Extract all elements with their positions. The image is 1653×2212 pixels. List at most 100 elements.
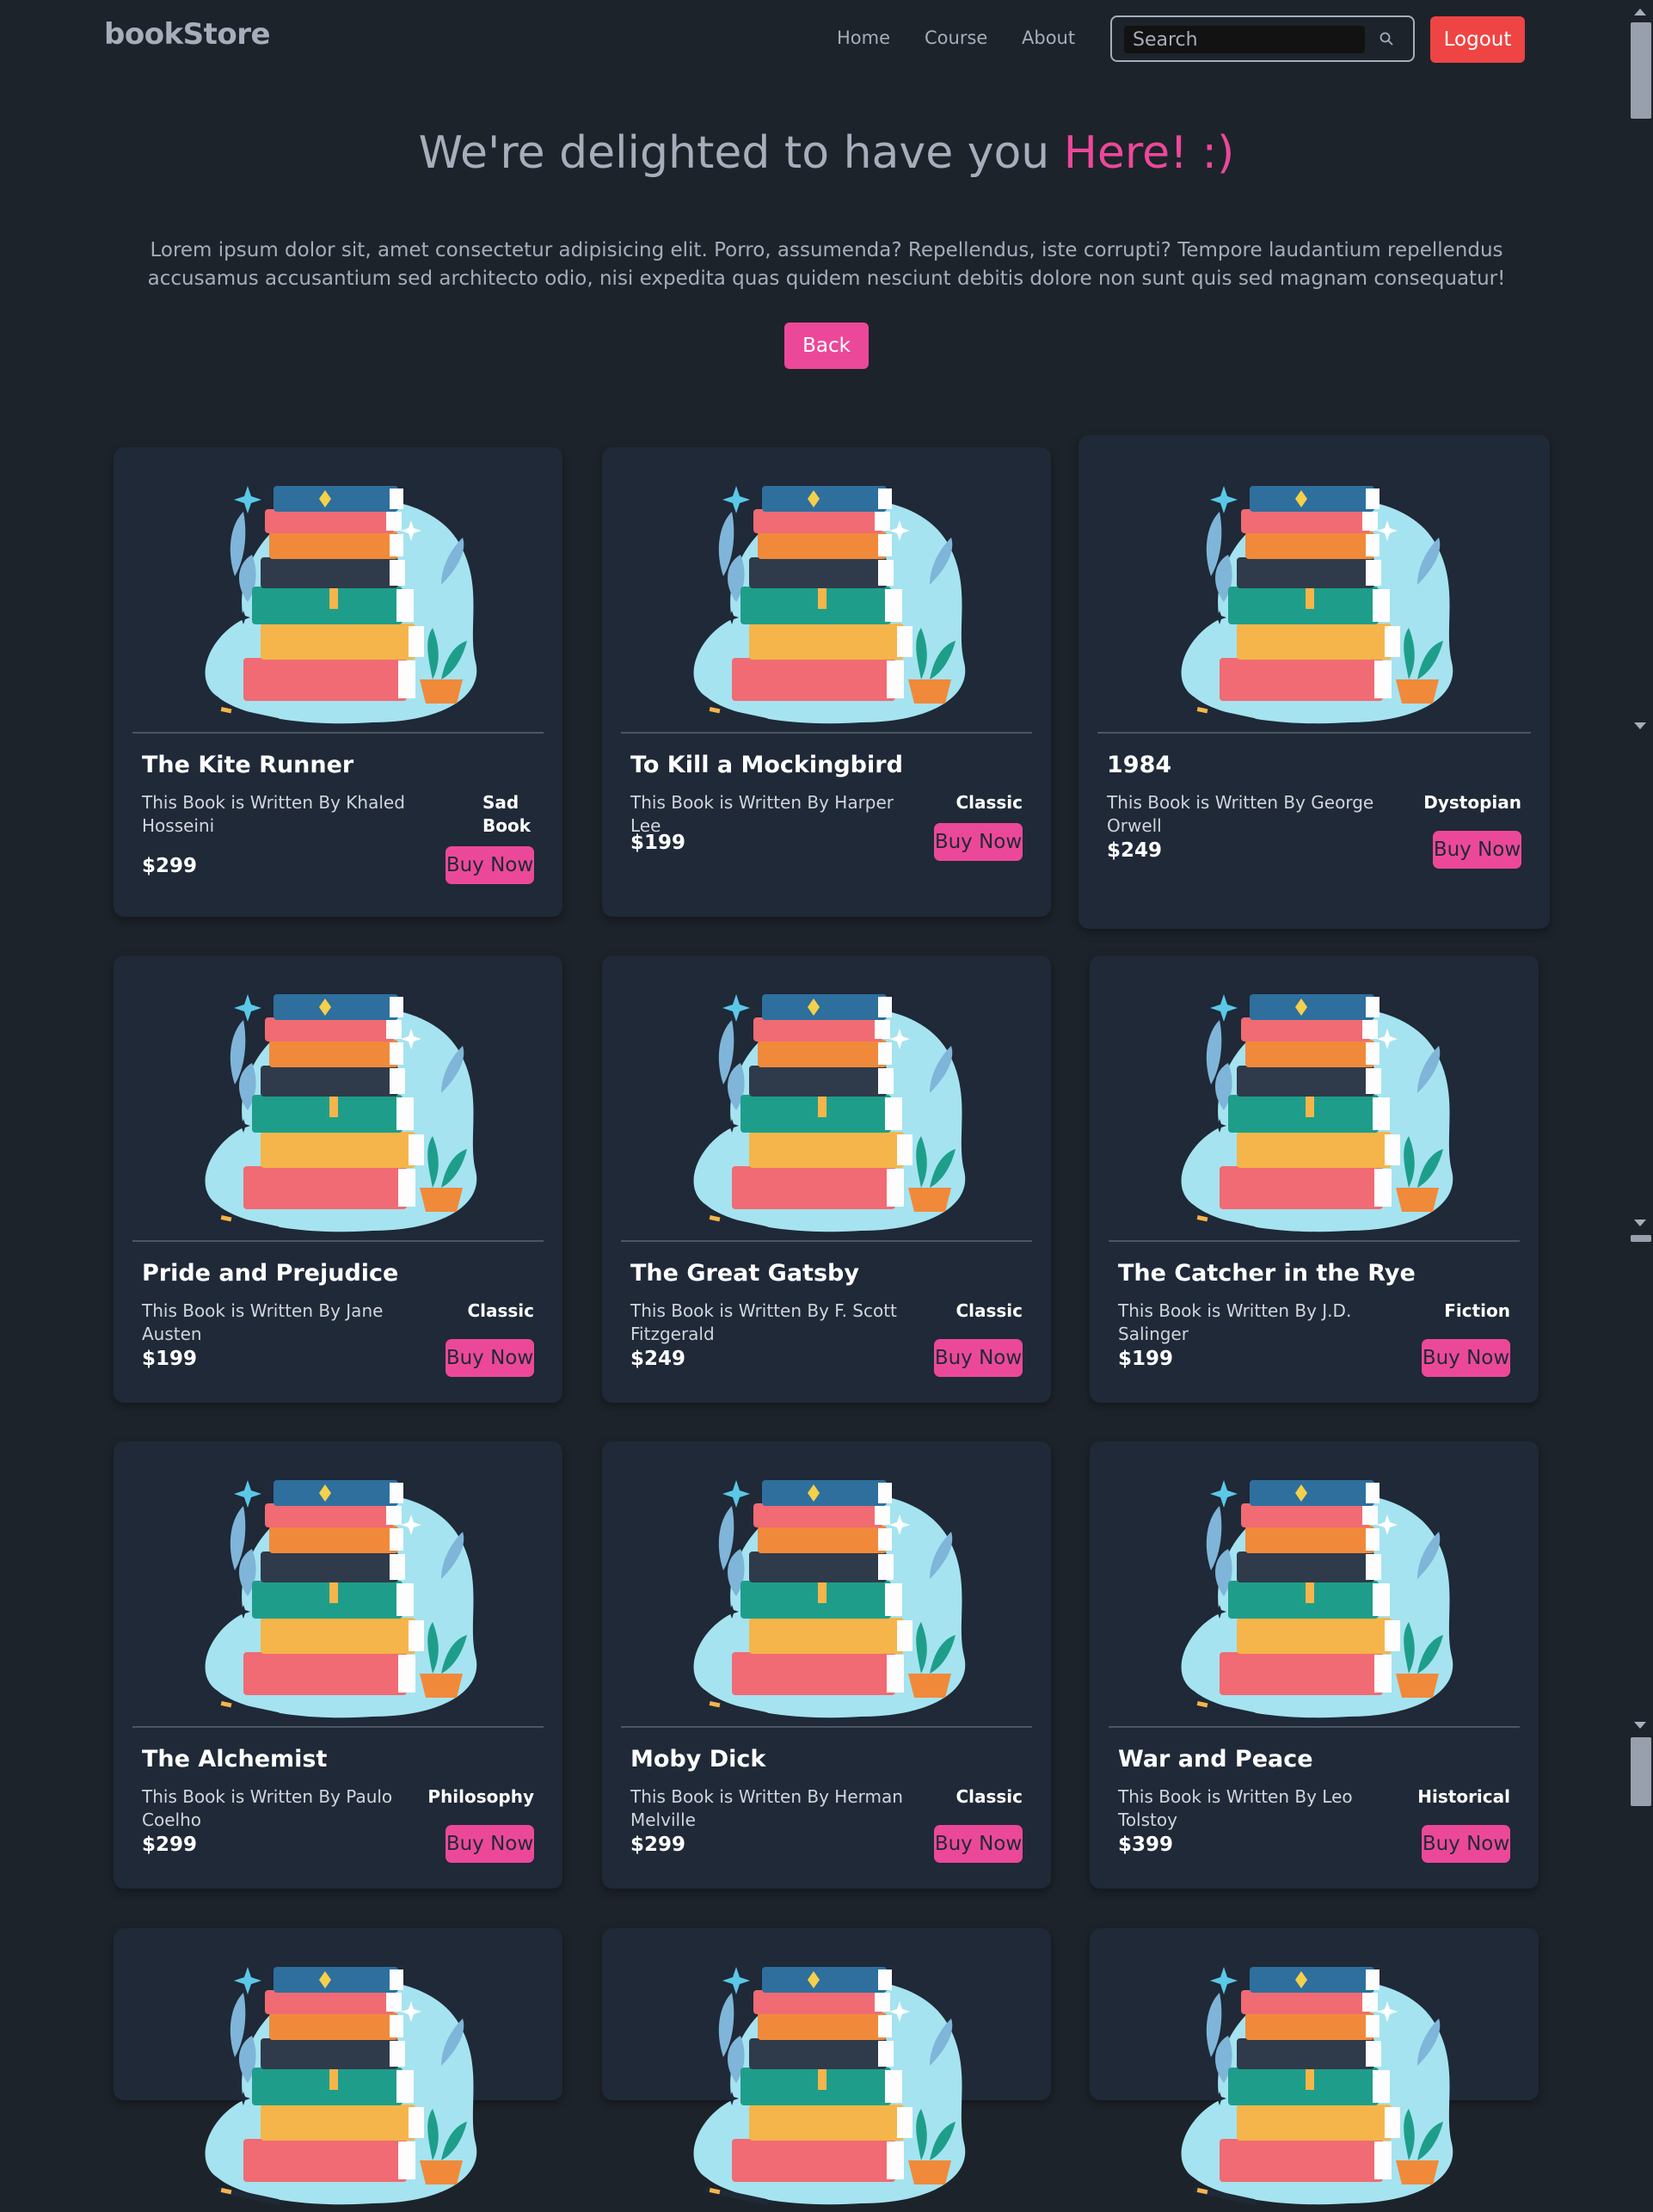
buy-now-button[interactable]: Buy Now — [446, 1339, 534, 1377]
book-card: Moby Dick This Book is Written By Herman… — [602, 1441, 1051, 1889]
search-icon[interactable] — [1379, 31, 1394, 46]
book-author: This Book is Written By Leo Tolstoy — [1118, 1786, 1353, 1830]
book-author: This Book is Written By J.D. Salinger — [1118, 1300, 1352, 1344]
divider — [621, 1240, 1032, 1242]
book-image — [1078, 447, 1550, 731]
divider — [132, 1726, 544, 1728]
hero-title-accent: Here! :) — [1063, 127, 1235, 179]
book-price: $299 — [142, 1834, 198, 1856]
book-image — [1090, 1441, 1539, 1725]
book-image — [602, 447, 1051, 731]
book-stack-image — [205, 994, 477, 1233]
book-title: The Catcher in the Rye — [1118, 1260, 1416, 1287]
book-stack-image — [1181, 1480, 1453, 1719]
divider — [1109, 1726, 1520, 1728]
book-card: The Kite Runner This Book is Written By … — [114, 447, 562, 917]
search-box — [1110, 15, 1415, 62]
book-image — [1090, 955, 1539, 1239]
book-category: Classic — [467, 1300, 534, 1321]
scroll-thumb[interactable] — [1631, 22, 1651, 119]
book-author: This Book is Written By Jane Austen — [142, 1300, 384, 1344]
divider — [621, 732, 1032, 734]
book-price: $399 — [1118, 1834, 1174, 1856]
book-category: Classic — [956, 1786, 1023, 1807]
book-price: $199 — [142, 1348, 198, 1370]
book-card — [114, 1928, 562, 2206]
book-author: This Book is Written By Paulo Coelho — [142, 1786, 393, 1830]
book-stack-image — [205, 1967, 477, 2206]
scroll-thumb[interactable] — [1631, 1235, 1651, 1242]
book-image — [1090, 1928, 1539, 2212]
book-title: The Great Gatsby — [630, 1260, 859, 1287]
scroll-down-arrow[interactable] — [1634, 1722, 1646, 1729]
book-price: $249 — [1107, 839, 1163, 862]
book-card: War and Peace This Book is Written By Le… — [1090, 1441, 1539, 1889]
book-stack-image — [1181, 1967, 1453, 2206]
divider — [132, 732, 544, 734]
scroll-up-arrow[interactable] — [1634, 9, 1646, 15]
scroll-down-arrow[interactable] — [1634, 1220, 1646, 1226]
hero-title: We're delighted to have you Here! :) — [0, 127, 1653, 179]
book-image — [602, 1441, 1051, 1725]
back-button[interactable]: Back — [784, 323, 869, 369]
book-stack-image — [1181, 486, 1453, 725]
book-category: Philosophy — [427, 1786, 534, 1807]
book-stack-image — [205, 486, 477, 725]
book-title: The Alchemist — [142, 1746, 328, 1773]
nav-link-home[interactable]: Home — [837, 28, 890, 48]
divider — [1109, 1240, 1520, 1242]
book-title: Pride and Prejudice — [142, 1260, 399, 1287]
book-card: 1984 This Book is Written By George Orwe… — [1078, 435, 1550, 929]
book-title: The Kite Runner — [142, 752, 354, 778]
book-title: War and Peace — [1118, 1746, 1313, 1773]
book-card — [602, 1928, 1051, 2206]
divider — [621, 1726, 1032, 1728]
book-card: The Great Gatsby This Book is Written By… — [602, 955, 1051, 1403]
logout-button[interactable]: Logout — [1430, 16, 1525, 63]
buy-now-button[interactable]: Buy Now — [446, 846, 534, 884]
buy-now-button[interactable]: Buy Now — [446, 1825, 534, 1863]
scroll-thumb[interactable] — [1631, 1737, 1651, 1806]
book-image — [114, 447, 562, 731]
nav-link-about[interactable]: About — [1022, 28, 1075, 48]
book-card: The Catcher in the Rye This Book is Writ… — [1090, 955, 1539, 1403]
book-author: This Book is Written By Harper Lee — [630, 792, 894, 836]
buy-now-button[interactable]: Buy Now — [1422, 1339, 1510, 1377]
book-card: To Kill a Mockingbird This Book is Writt… — [602, 447, 1051, 917]
logo[interactable]: bookStore — [104, 17, 271, 52]
buy-now-button[interactable]: Buy Now — [934, 1825, 1023, 1863]
book-title: 1984 — [1107, 752, 1172, 778]
book-card: The Alchemist This Book is Written By Pa… — [114, 1441, 562, 1889]
book-stack-image — [693, 1480, 966, 1719]
nav-link-course[interactable]: Course — [925, 28, 987, 48]
book-author: This Book is Written By F. Scott Fitzger… — [630, 1300, 897, 1344]
book-price: $249 — [630, 1348, 686, 1370]
book-image — [114, 1928, 562, 2212]
navbar: bookStore Home Course About Logout — [0, 0, 1631, 79]
buy-now-button[interactable]: Buy Now — [934, 1339, 1023, 1377]
book-stack-image — [1181, 994, 1453, 1233]
book-price: $299 — [142, 855, 198, 877]
book-stack-image — [693, 994, 966, 1233]
book-stack-image — [693, 1967, 966, 2206]
book-category: Classic — [956, 1300, 1023, 1321]
buy-now-button[interactable]: Buy Now — [934, 823, 1023, 861]
book-author: This Book is Written By George Orwell — [1107, 792, 1374, 836]
book-card — [1090, 1928, 1539, 2206]
book-category: Historical — [1417, 1786, 1510, 1807]
divider — [132, 1240, 544, 1242]
search-input[interactable] — [1124, 26, 1365, 53]
book-price: $299 — [630, 1834, 686, 1856]
buy-now-button[interactable]: Buy Now — [1433, 831, 1521, 869]
divider — [1097, 732, 1531, 734]
book-image — [602, 1928, 1051, 2212]
book-category: Fiction — [1444, 1300, 1510, 1321]
book-author: This Book is Written By Khaled Hosseini — [142, 792, 405, 836]
book-title: Moby Dick — [630, 1746, 766, 1773]
book-stack-image — [205, 1480, 477, 1719]
hero-title-main: We're delighted to have you — [418, 127, 1064, 179]
book-category: Classic — [956, 792, 1023, 813]
scroll-down-arrow[interactable] — [1634, 722, 1646, 729]
book-author: This Book is Written By Herman Melville — [630, 1786, 903, 1830]
buy-now-button[interactable]: Buy Now — [1422, 1825, 1510, 1863]
